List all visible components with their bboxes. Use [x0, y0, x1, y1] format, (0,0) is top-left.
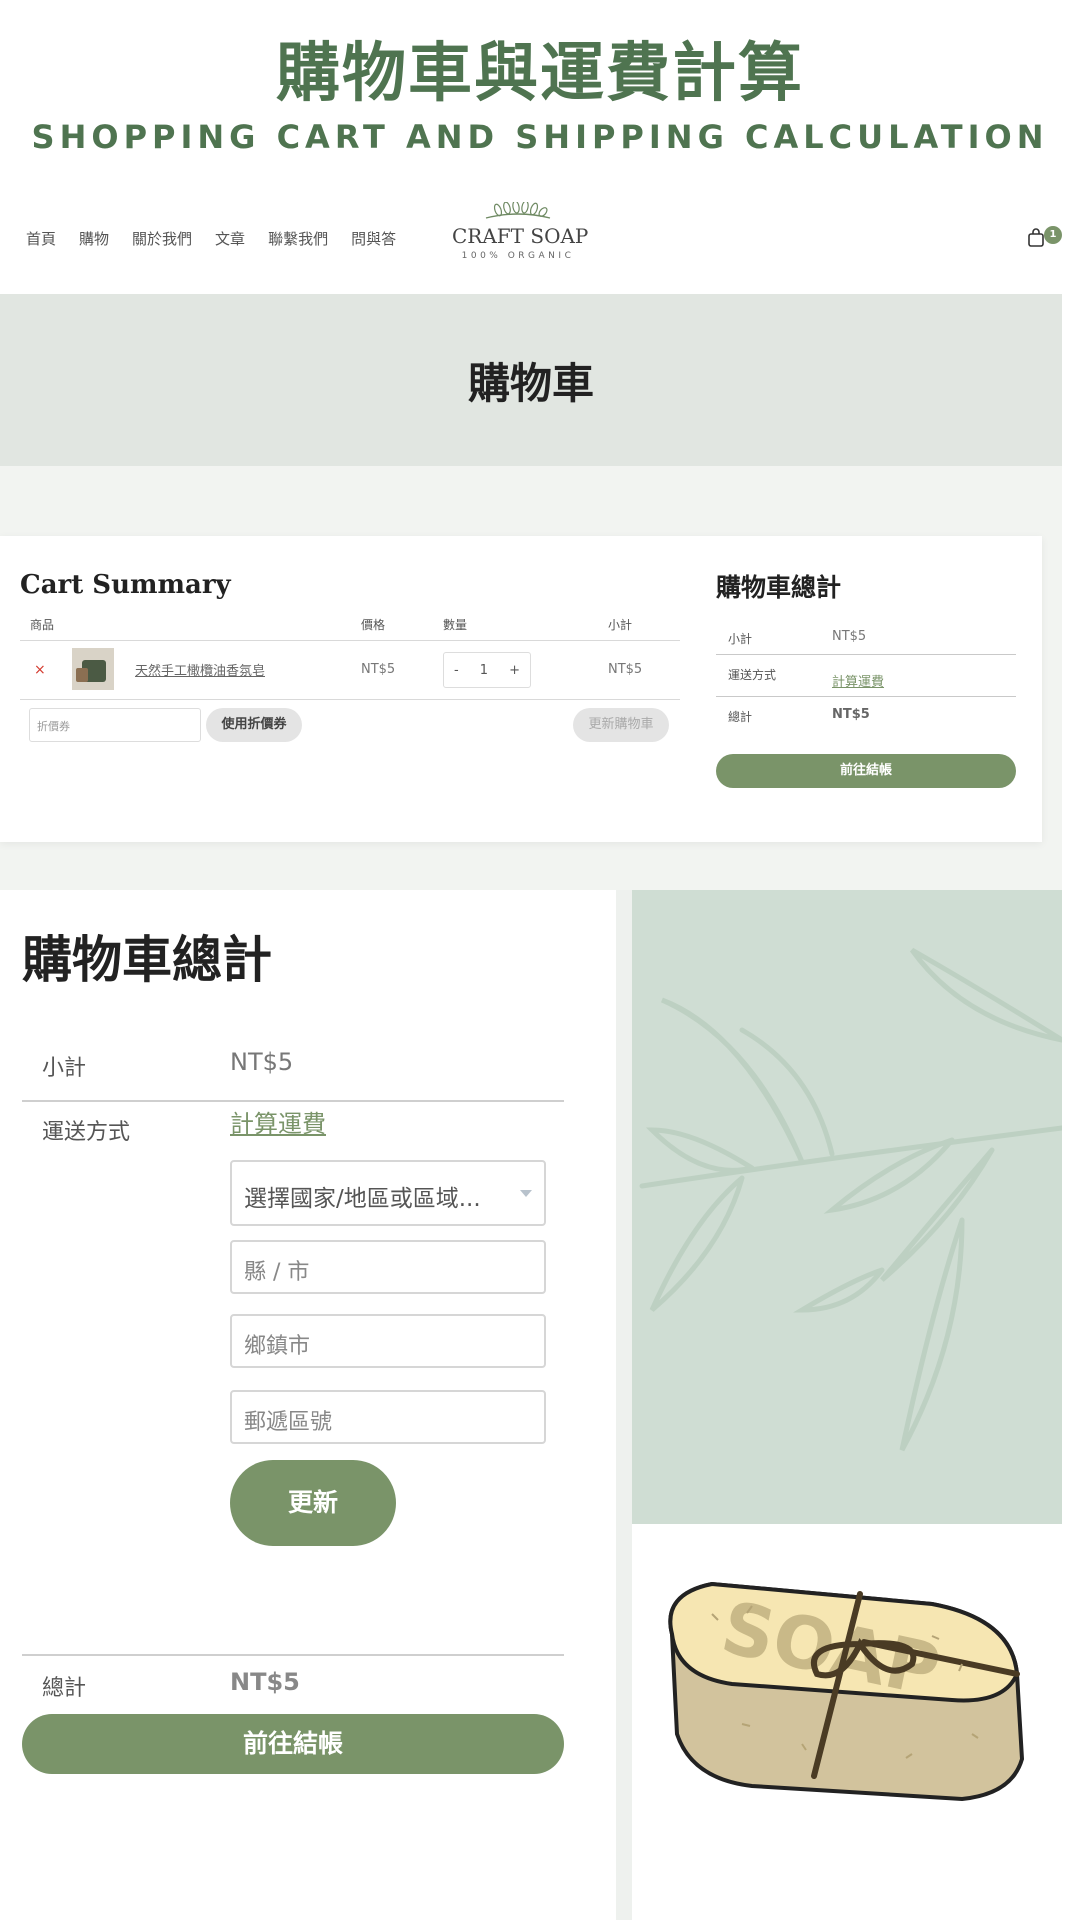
page-margin: [1062, 294, 1080, 1920]
table-row-divider: [20, 699, 680, 700]
header-cart[interactable]: 1: [1024, 226, 1064, 250]
town-field[interactable]: 鄉鎮市: [230, 1314, 546, 1368]
update-cart-button[interactable]: 更新購物車: [573, 708, 669, 742]
column-header-subtotal: 小計: [608, 618, 633, 632]
postcode-field[interactable]: 郵遞區號: [230, 1390, 546, 1444]
leaf-branch-icon: [485, 202, 551, 219]
nav-link-faq[interactable]: 問與答: [351, 228, 396, 249]
totals-divider-large: [22, 1100, 564, 1102]
country-select-value: 選擇國家/地區或區域...: [244, 1186, 481, 1212]
nav-link-contact[interactable]: 聯繫我們: [268, 228, 328, 249]
subtotal-label: 小計: [728, 632, 753, 646]
logo-name: CRAFT SOAP: [452, 224, 589, 248]
column-header-product: 商品: [30, 618, 55, 632]
remove-item-icon[interactable]: ×: [34, 662, 46, 678]
column-header-price: 價格: [361, 618, 386, 632]
nav-link-about[interactable]: 關於我們: [132, 228, 192, 249]
product-subtotal: NT$5: [608, 662, 643, 677]
banner-title: 購物車: [467, 359, 594, 408]
subtotal-value-large: NT$5: [230, 1048, 294, 1076]
totals-divider: [716, 654, 1016, 655]
site-logo[interactable]: CRAFT SOAP 100% ORGANIC: [452, 202, 589, 261]
shipping-label-large: 運送方式: [42, 1120, 131, 1145]
quantity-increase[interactable]: +: [509, 663, 520, 678]
chevron-down-icon: [520, 1190, 532, 1197]
quantity-stepper[interactable]: - 1 +: [443, 652, 531, 688]
soap-bar-shape: [76, 668, 88, 682]
totals-divider: [716, 696, 1016, 697]
subtotal-value: NT$5: [832, 629, 867, 644]
section-divider: [616, 890, 632, 1920]
column-header-quantity: 數量: [443, 618, 468, 632]
calculate-shipping-link[interactable]: 計算運費: [832, 671, 884, 690]
apply-coupon-button[interactable]: 使用折價券: [206, 708, 302, 742]
site-header: 首頁 購物 關於我們 文章 聯繫我們 問與答 CRAFT SOAP 100% O…: [0, 198, 1080, 294]
country-select[interactable]: 選擇國家/地區或區域...: [230, 1160, 546, 1226]
leaf-branch-illustration: [639, 947, 1062, 1452]
soap-bar-illustration: SOAP: [668, 1581, 1025, 1802]
total-label: 總計: [728, 710, 753, 724]
shipping-label: 運送方式: [728, 668, 777, 682]
nav-link-home[interactable]: 首頁: [26, 228, 56, 249]
calculate-shipping-link-large[interactable]: 計算運費: [230, 1104, 326, 1139]
cart-card: Cart Summary 商品 價格 數量 小計 × 天然手工橄欖油香氛皂 NT…: [0, 536, 1042, 842]
table-header-divider: [20, 640, 680, 641]
totals-divider-large: [22, 1654, 564, 1656]
update-shipping-button[interactable]: 更新: [230, 1460, 396, 1546]
leaf-illustration-panel: [632, 890, 1062, 1524]
shopping-bag-icon: [1028, 228, 1044, 247]
total-value: NT$5: [832, 707, 870, 722]
cart-count-badge: 1: [1044, 226, 1062, 244]
cart-summary-title: Cart Summary: [20, 570, 231, 600]
product-name-link[interactable]: 天然手工橄欖油香氛皂: [135, 660, 265, 679]
page-banner: 購物車: [0, 294, 1062, 466]
coupon-input[interactable]: 折價券: [29, 708, 201, 742]
total-label-large: 總計: [42, 1676, 87, 1701]
product-price: NT$5: [361, 662, 396, 677]
page-hero-title: 購物車與運費計算: [276, 37, 804, 111]
checkout-button-large[interactable]: 前往結帳: [22, 1714, 564, 1774]
logo-tagline: 100% ORGANIC: [461, 251, 575, 261]
cart-totals-title-large: 購物車總計: [22, 931, 272, 989]
cart-totals-title: 購物車總計: [716, 573, 842, 602]
soap-illustration-panel: SOAP: [632, 1524, 1062, 1920]
subtotal-label-large: 小計: [42, 1056, 87, 1081]
page-hero-subtitle: SHOPPING CART AND SHIPPING CALCULATION: [31, 118, 1049, 156]
total-value-large: NT$5: [230, 1668, 300, 1696]
quantity-decrease[interactable]: -: [454, 663, 459, 678]
product-thumbnail[interactable]: [72, 648, 114, 690]
checkout-button[interactable]: 前往結帳: [716, 754, 1016, 788]
county-field[interactable]: 縣 / 市: [230, 1240, 546, 1294]
nav-link-articles[interactable]: 文章: [215, 228, 245, 249]
quantity-value[interactable]: 1: [480, 663, 488, 678]
nav-link-shop[interactable]: 購物: [79, 228, 109, 249]
main-nav: 首頁 購物 關於我們 文章 聯繫我們 問與答: [26, 228, 396, 249]
